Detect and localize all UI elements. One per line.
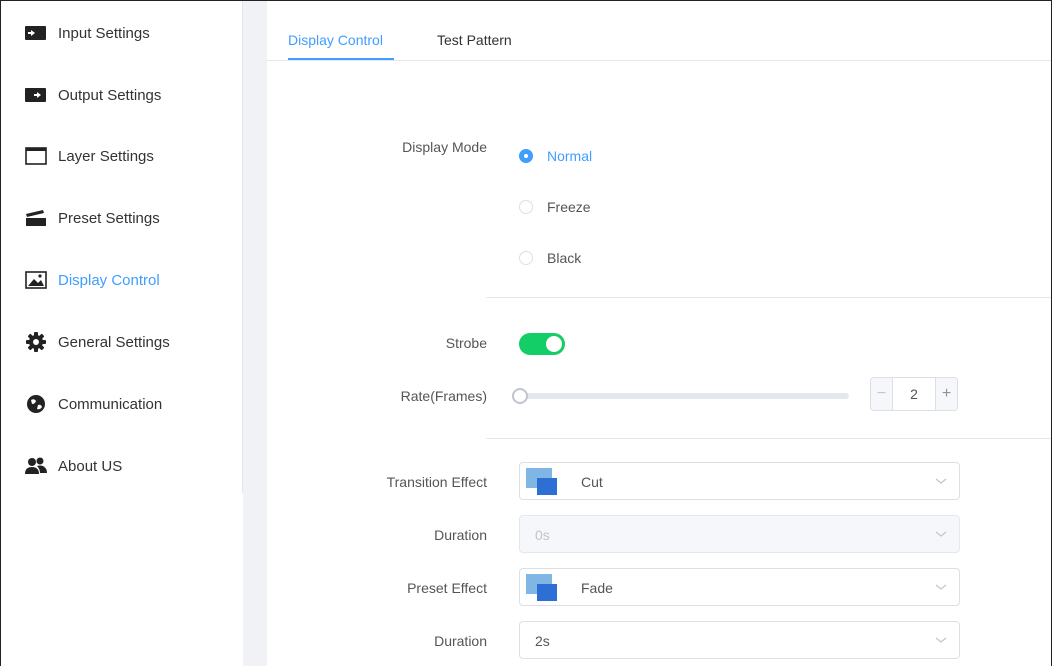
tab-test-pattern[interactable]: Test Pattern [437,32,512,48]
select-value: Cut [581,474,603,490]
layer-icon [25,147,47,165]
effect-icon [526,574,558,602]
tab-bar: Display Control Test Pattern [267,1,1051,61]
select-value: 2s [535,633,550,649]
radio-dot [519,200,533,214]
strobe-label: Strobe [445,335,487,351]
increment-button[interactable]: + [935,378,957,410]
main-panel: Display Control Test Pattern Display Mod… [267,1,1051,666]
radio-label: Freeze [547,199,591,215]
sidebar-item-label: Display Control [58,271,160,289]
sidebar-item-label: General Settings [58,333,170,351]
sidebar-item-communication[interactable]: Communication [1,384,243,424]
radio-freeze[interactable]: Freeze [519,197,591,217]
strobe-switch[interactable] [519,333,565,355]
sidebar-item-layer-settings[interactable]: Layer Settings [1,136,243,176]
preset-effect-label: Preset Effect [407,580,487,596]
sidebar-item-label: About US [58,457,123,475]
sidebar-item-label: Output Settings [58,86,162,104]
sidebar-item-label: Input Settings [58,24,150,42]
section-divider [486,438,1051,439]
chevron-down-icon [935,478,947,484]
sidebar-item-label: Preset Settings [58,209,160,227]
gear-icon [25,332,47,352]
sidebar-item-label: Layer Settings [58,147,154,165]
select-value: Fade [581,580,613,596]
sidebar-item-preset-settings[interactable]: Preset Settings [1,198,243,238]
preset-duration-label: Duration [434,633,487,649]
transition-duration-select[interactable]: 0s [519,515,960,553]
switch-knob [546,336,562,352]
radio-black[interactable]: Black [519,248,581,268]
section-divider [486,297,1051,298]
rate-stepper: − 2 + [870,377,958,411]
active-tab-indicator [288,58,394,60]
radio-label: Normal [547,148,593,164]
users-icon [25,457,47,475]
rate-value[interactable]: 2 [893,378,935,410]
transition-effect-label: Transition Effect [386,474,487,490]
chevron-down-icon [935,531,947,537]
preset-effect-select[interactable]: Fade [519,568,960,606]
radio-dot [519,149,533,163]
slider-track [519,393,849,399]
globe-icon [25,395,47,413]
content-gutter [243,1,267,666]
input-icon [25,24,47,42]
decrement-button[interactable]: − [871,378,893,410]
tab-display-control[interactable]: Display Control [288,32,383,48]
rate-label: Rate(Frames) [400,388,487,404]
clapperboard-icon [25,209,47,227]
radio-label: Black [547,250,582,266]
sidebar-item-input-settings[interactable]: Input Settings [1,13,243,53]
sidebar-item-display-control[interactable]: Display Control [1,260,243,300]
sidebar-item-general-settings[interactable]: General Settings [1,322,243,362]
chevron-down-icon [935,637,947,643]
select-value: 0s [535,527,550,543]
slider-handle[interactable] [512,388,528,404]
preset-duration-select[interactable]: 2s [519,621,960,659]
radio-normal[interactable]: Normal [519,146,592,166]
image-icon [25,271,47,289]
sidebar: Input Settings Output Settings Layer Set… [1,1,243,493]
sidebar-item-output-settings[interactable]: Output Settings [1,75,243,115]
transition-effect-select[interactable]: Cut [519,462,960,500]
effect-icon [526,468,558,496]
chevron-down-icon [935,584,947,590]
output-icon [25,86,47,104]
sidebar-item-label: Communication [58,395,163,413]
transition-duration-label: Duration [434,527,487,543]
display-mode-label: Display Mode [402,139,487,155]
radio-dot [519,251,533,265]
rate-slider[interactable] [511,384,857,408]
sidebar-item-about-us[interactable]: About US [1,446,243,486]
